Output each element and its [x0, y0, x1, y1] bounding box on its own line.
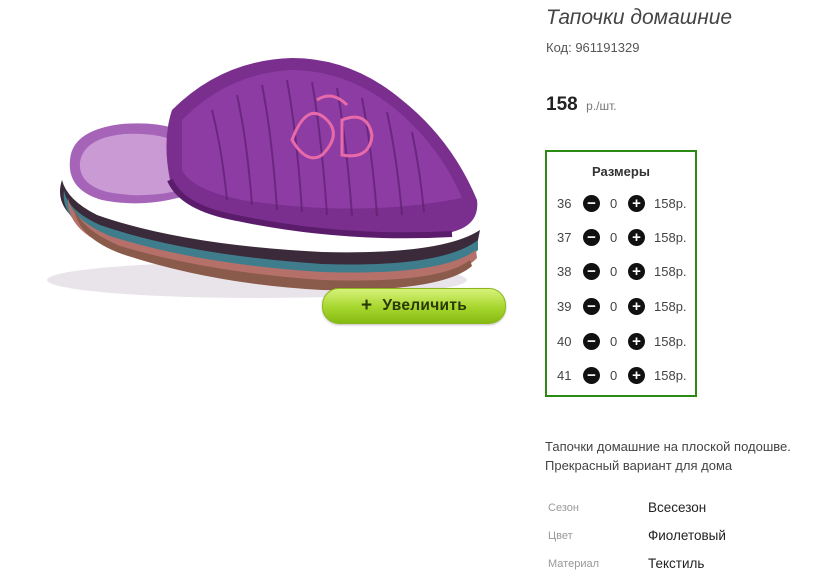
- sizes-title: Размеры: [592, 164, 650, 179]
- size-price: 158р.: [654, 264, 687, 279]
- zoom-button-label: Увеличить: [382, 297, 468, 314]
- plus-icon[interactable]: +: [628, 298, 645, 315]
- minus-icon[interactable]: −: [583, 367, 600, 384]
- zoom-button[interactable]: + Увеличить: [322, 288, 506, 324]
- quantity-value: 0: [610, 196, 618, 211]
- size-label: 37: [557, 230, 572, 245]
- plus-icon[interactable]: +: [628, 333, 645, 350]
- attribute-key: Сезон: [548, 502, 579, 514]
- product-image[interactable]: + Увеличить: [22, 40, 516, 332]
- sizes-panel: Размеры 36 − 0 + 158р. 37 − 0 + 158р. 38…: [545, 150, 697, 397]
- attribute-row: Сезон Всесезон: [548, 500, 828, 520]
- price-unit: р./шт.: [586, 99, 617, 113]
- size-label: 36: [557, 196, 572, 211]
- product-description: Тапочки домашние на плоской подошве. Пре…: [545, 439, 791, 473]
- plus-icon: +: [360, 295, 373, 316]
- size-row: 41 − 0 + 158р.: [547, 366, 695, 386]
- size-row: 39 − 0 + 158р.: [547, 297, 695, 317]
- plus-icon[interactable]: +: [628, 195, 645, 212]
- attribute-row: Материал Текстиль: [548, 556, 828, 576]
- plus-icon[interactable]: +: [628, 263, 645, 280]
- plus-icon[interactable]: +: [628, 367, 645, 384]
- attribute-value: Текстиль: [648, 556, 705, 571]
- size-row: 38 − 0 + 158р.: [547, 262, 695, 282]
- size-label: 39: [557, 299, 572, 314]
- size-row: 40 − 0 + 158р.: [547, 332, 695, 352]
- product-price: 158 р./шт.: [546, 94, 617, 116]
- plus-icon[interactable]: +: [628, 229, 645, 246]
- size-price: 158р.: [654, 230, 687, 245]
- size-label: 40: [557, 334, 572, 349]
- size-price: 158р.: [654, 368, 687, 383]
- attribute-value: Фиолетовый: [648, 528, 726, 543]
- quantity-value: 0: [610, 230, 618, 245]
- minus-icon[interactable]: −: [583, 298, 600, 315]
- size-row: 37 − 0 + 158р.: [547, 228, 695, 248]
- quantity-value: 0: [610, 264, 618, 279]
- size-price: 158р.: [654, 334, 687, 349]
- size-price: 158р.: [654, 196, 687, 211]
- size-price: 158р.: [654, 299, 687, 314]
- quantity-value: 0: [610, 368, 618, 383]
- attribute-value: Всесезон: [648, 500, 707, 515]
- size-label: 38: [557, 264, 572, 279]
- attribute-key: Цвет: [548, 530, 573, 542]
- attribute-row: Цвет Фиолетовый: [548, 528, 828, 548]
- minus-icon[interactable]: −: [583, 229, 600, 246]
- price-value: 158: [546, 94, 578, 115]
- product-code: Код: 961191329: [546, 40, 640, 55]
- size-row: 36 − 0 + 158р.: [547, 194, 695, 214]
- minus-icon[interactable]: −: [583, 263, 600, 280]
- product-title: Тапочки домашние: [546, 6, 733, 29]
- size-label: 41: [557, 368, 572, 383]
- quantity-value: 0: [610, 334, 618, 349]
- quantity-value: 0: [610, 299, 618, 314]
- minus-icon[interactable]: −: [583, 333, 600, 350]
- minus-icon[interactable]: −: [583, 195, 600, 212]
- attribute-key: Материал: [548, 558, 599, 570]
